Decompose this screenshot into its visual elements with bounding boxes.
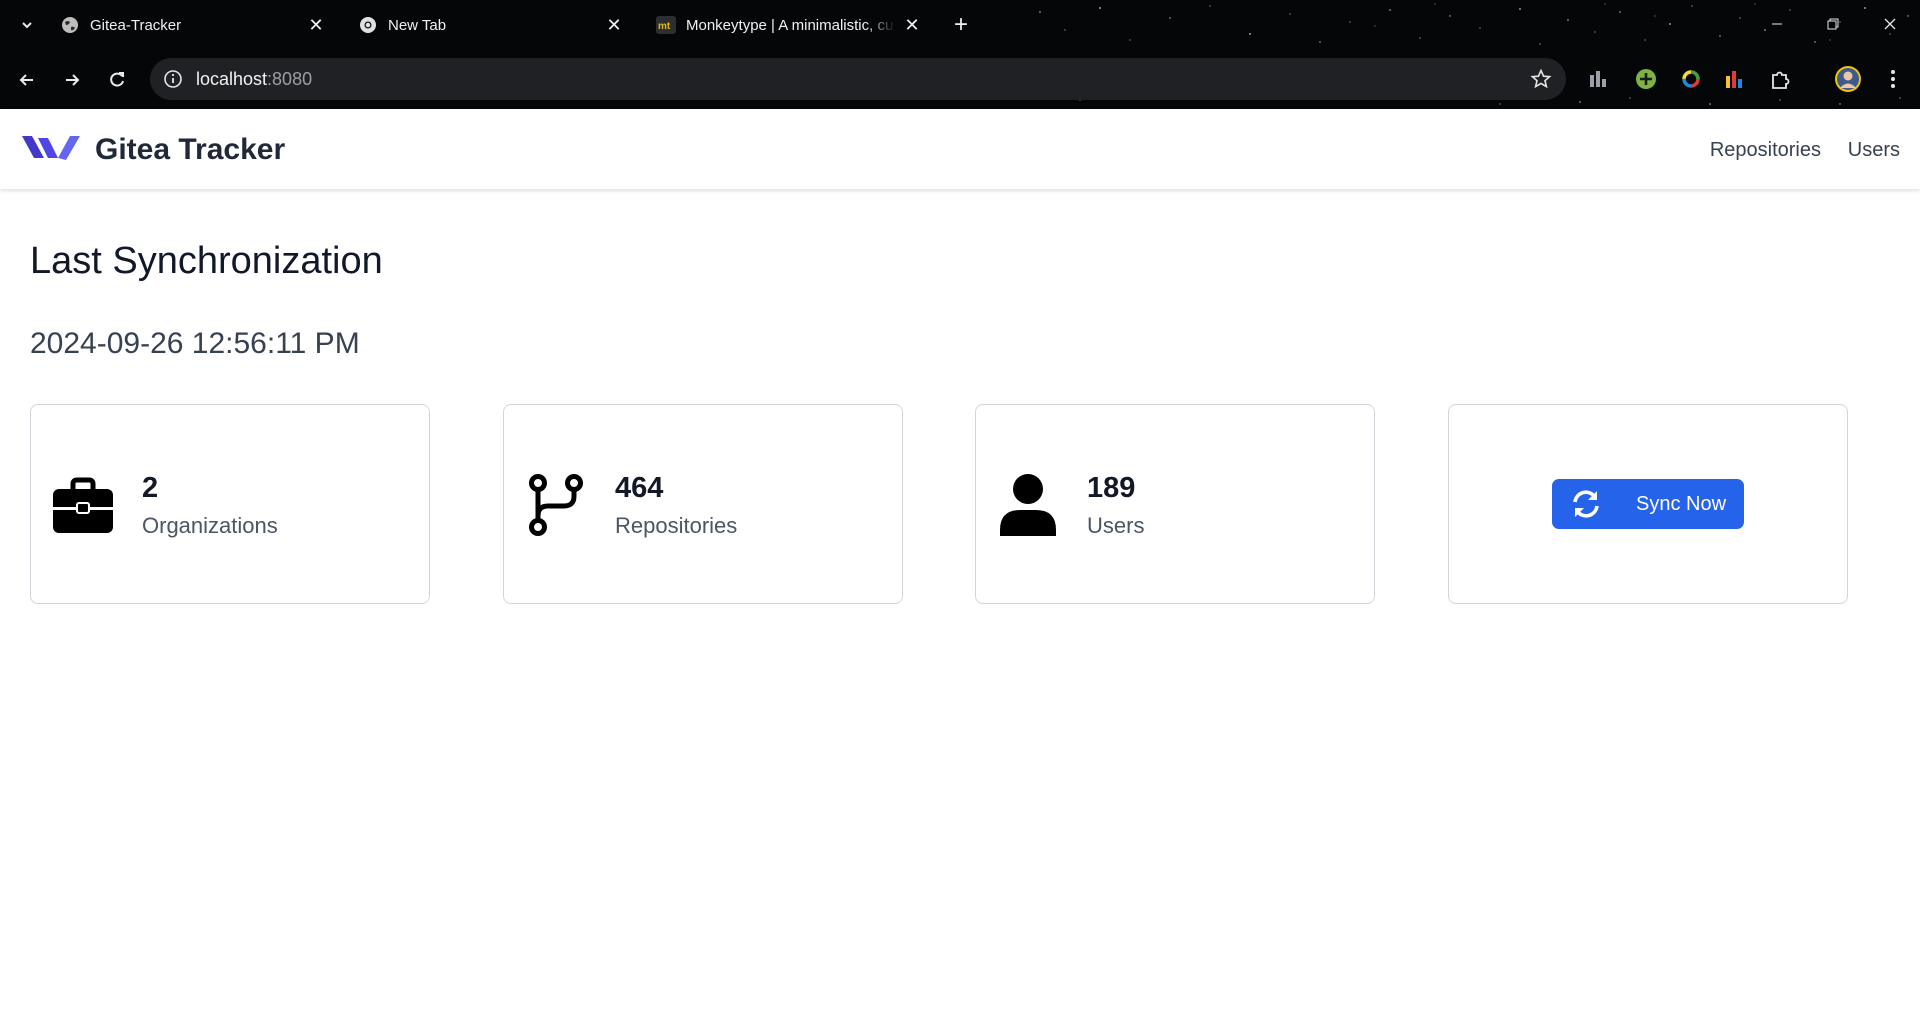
arrow-left-icon [19, 74, 33, 86]
tab-search-button[interactable] [14, 12, 40, 38]
brand-name[interactable]: Gitea Tracker [95, 133, 285, 167]
address-bar[interactable]: localhost:8080 [150, 58, 1566, 100]
nav-link-users[interactable]: Users [1848, 139, 1900, 162]
extension-color-ring-icon[interactable] [1679, 67, 1703, 91]
browser-chrome: Gitea-Tracker ✕ New Tab ✕ mt Monkeytype … [0, 0, 1920, 109]
svg-text:mt: mt [658, 21, 671, 32]
extension-bars-icon[interactable] [1722, 67, 1746, 91]
stat-card-repositories: 464 Repositories [503, 404, 903, 604]
sync-now-button[interactable]: Sync Now [1552, 479, 1744, 529]
url-port: :8080 [267, 69, 313, 89]
arrow-right-icon [66, 74, 80, 86]
globe-icon [60, 15, 80, 35]
stat-label: Users [1087, 513, 1145, 538]
stat-count: 189 [1087, 472, 1136, 504]
extensions-puzzle-icon[interactable] [1768, 67, 1792, 91]
reload-button[interactable] [102, 65, 132, 95]
stat-label: Organizations [142, 513, 278, 538]
extension-chart-icon[interactable] [1587, 67, 1611, 91]
more-menu-icon[interactable] [1881, 67, 1905, 91]
last-sync-timestamp: 2024-09-26 12:56:11 PM [30, 327, 360, 360]
tab-gitea-tracker[interactable]: Gitea-Tracker ✕ [44, 6, 340, 44]
extension-plus-icon[interactable] [1634, 67, 1658, 91]
close-window-button[interactable] [1870, 10, 1910, 38]
profile-avatar[interactable] [1834, 65, 1862, 93]
sync-card: Sync Now [1448, 404, 1848, 604]
stat-card-organizations: 2 Organizations [30, 404, 430, 604]
bookmark-star-icon[interactable] [1530, 68, 1552, 90]
sync-now-label: Sync Now [1636, 493, 1727, 515]
minimize-icon [1772, 23, 1782, 25]
tab-new-tab[interactable]: New Tab ✕ [342, 6, 638, 44]
stat-count: 464 [615, 472, 664, 504]
forward-button[interactable] [57, 65, 87, 95]
close-icon[interactable]: ✕ [902, 15, 922, 35]
chrome-icon [358, 15, 378, 35]
git-branch-icon [524, 473, 588, 537]
url-host: localhost [196, 69, 268, 89]
close-icon[interactable]: ✕ [306, 15, 326, 35]
sync-icon [1573, 490, 1599, 518]
tab-title: Monkeytype | A minimalistic, cu [686, 16, 894, 34]
new-tab-button[interactable]: + [948, 12, 974, 38]
tab-strip: Gitea-Tracker ✕ New Tab ✕ mt Monkeytype … [0, 0, 1920, 50]
nav-link-repositories[interactable]: Repositories [1710, 139, 1821, 162]
chevron-down-icon [22, 22, 32, 29]
restore-icon [1827, 18, 1839, 30]
tab-monkeytype[interactable]: mt Monkeytype | A minimalistic, cu ✕ [640, 6, 936, 44]
url-text[interactable]: localhost:8080 [196, 69, 312, 90]
minimize-button[interactable] [1757, 10, 1797, 38]
close-icon[interactable]: ✕ [604, 15, 624, 35]
app-navbar: Gitea Tracker Repositories Users [0, 109, 1920, 189]
browser-toolbar: localhost:8080 [0, 50, 1920, 109]
page-title: Last Synchronization [30, 240, 383, 282]
briefcase-icon [51, 473, 115, 537]
brand-logo-icon[interactable] [20, 130, 82, 164]
site-info-icon[interactable] [162, 68, 184, 90]
reload-icon [110, 72, 124, 87]
tab-title: New Tab [388, 16, 447, 34]
monkeytype-icon: mt [656, 15, 676, 35]
stat-count: 2 [142, 472, 159, 504]
back-button[interactable] [12, 65, 42, 95]
stat-label: Repositories [615, 513, 738, 538]
user-icon [996, 473, 1060, 537]
tab-title: Gitea-Tracker [90, 16, 182, 34]
stat-card-users: 189 Users [975, 404, 1375, 604]
restore-button[interactable] [1813, 10, 1853, 38]
close-icon [1884, 18, 1896, 30]
